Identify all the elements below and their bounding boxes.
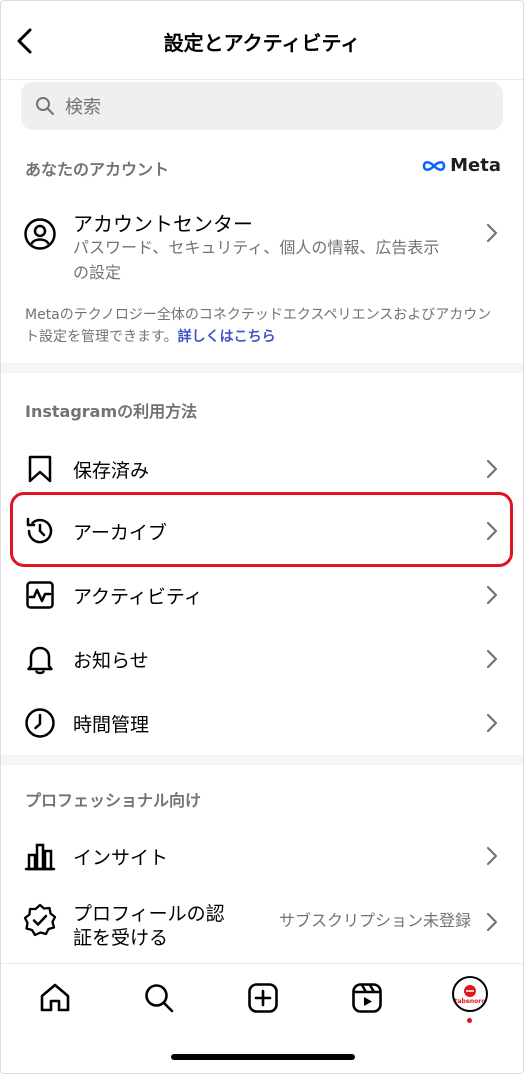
section-label-account: あなたのアカウント [25,160,170,179]
bookmark-icon [23,452,57,486]
chevron-right-icon [483,583,501,607]
menu-item-label: プロフィールの認証を受ける [73,903,225,949]
highlight-box [10,492,513,567]
notification-dot [467,1018,472,1023]
reels-icon [352,983,382,1013]
verified-badge-icon [23,903,57,937]
page-title: 設定とアクティビティ [163,31,361,55]
avatar-logo-mark [464,984,476,997]
meta-brand-text: Meta [450,155,501,176]
tab-home[interactable] [35,978,75,1018]
section-label-usage: Instagramの利用方法 [25,402,198,421]
activity-icon [23,578,57,612]
chevron-right-icon [483,844,501,868]
search-input[interactable]: 検索 [21,82,503,130]
chevron-right-icon [483,711,501,735]
section-divider [1,363,523,373]
screen: 設定とアクティビティ 検索 あなたのアカウント Meta アカウントセンター パ… [0,0,524,1074]
section-divider [1,755,523,765]
tab-search[interactable] [139,978,179,1018]
menu-item-time-management[interactable]: 時間管理 [1,691,523,755]
menu-item-activity[interactable]: アクティビティ [1,563,523,627]
section-label-professional: プロフェッショナル向け [25,791,202,810]
account-info-text: Metaのテクノロジー全体のコネクテッドエクスペリエンスおよびアカウント設定を管… [25,304,503,348]
account-center-title: アカウントセンター [73,212,253,236]
bar-chart-icon [23,839,57,873]
menu-item-insights[interactable]: インサイト [1,824,523,888]
clock-icon [23,706,57,740]
menu-item-label: アクティビティ [73,586,203,608]
header: 設定とアクティビティ [1,1,523,80]
learn-more-link[interactable]: 詳しくはこちら [178,329,276,345]
home-icon [40,983,70,1012]
home-indicator [171,1054,355,1060]
account-center-subtitle: パスワード、セキュリティ、個人の情報、広告表示の設定 [73,238,440,282]
create-icon [248,983,278,1013]
bottom-tab-bar [1,963,523,1034]
menu-item-label: お知らせ [73,650,149,672]
account-circle-icon [23,217,57,251]
avatar-text: tabenoro [454,997,486,1005]
menu-item-notifications[interactable]: お知らせ [1,627,523,691]
chevron-right-icon [483,457,501,481]
search-placeholder: 検索 [65,97,101,118]
tab-create[interactable] [243,978,283,1018]
tab-reels[interactable] [347,978,387,1018]
subscription-status: サブスクリプション未登録 [278,911,471,930]
chevron-right-icon [483,221,501,245]
menu-item-label: 時間管理 [73,714,150,736]
bell-icon [23,642,57,676]
meta-infinity-icon [422,160,446,171]
chevron-right-icon [483,910,501,934]
meta-logo: Meta [422,155,501,176]
profile-avatar[interactable]: tabenoro [452,976,488,1012]
search-icon [145,984,174,1013]
search-icon [35,95,57,117]
menu-item-label: インサイト [73,847,169,869]
menu-item-label: 保存済み [73,460,150,482]
chevron-right-icon [483,647,501,671]
